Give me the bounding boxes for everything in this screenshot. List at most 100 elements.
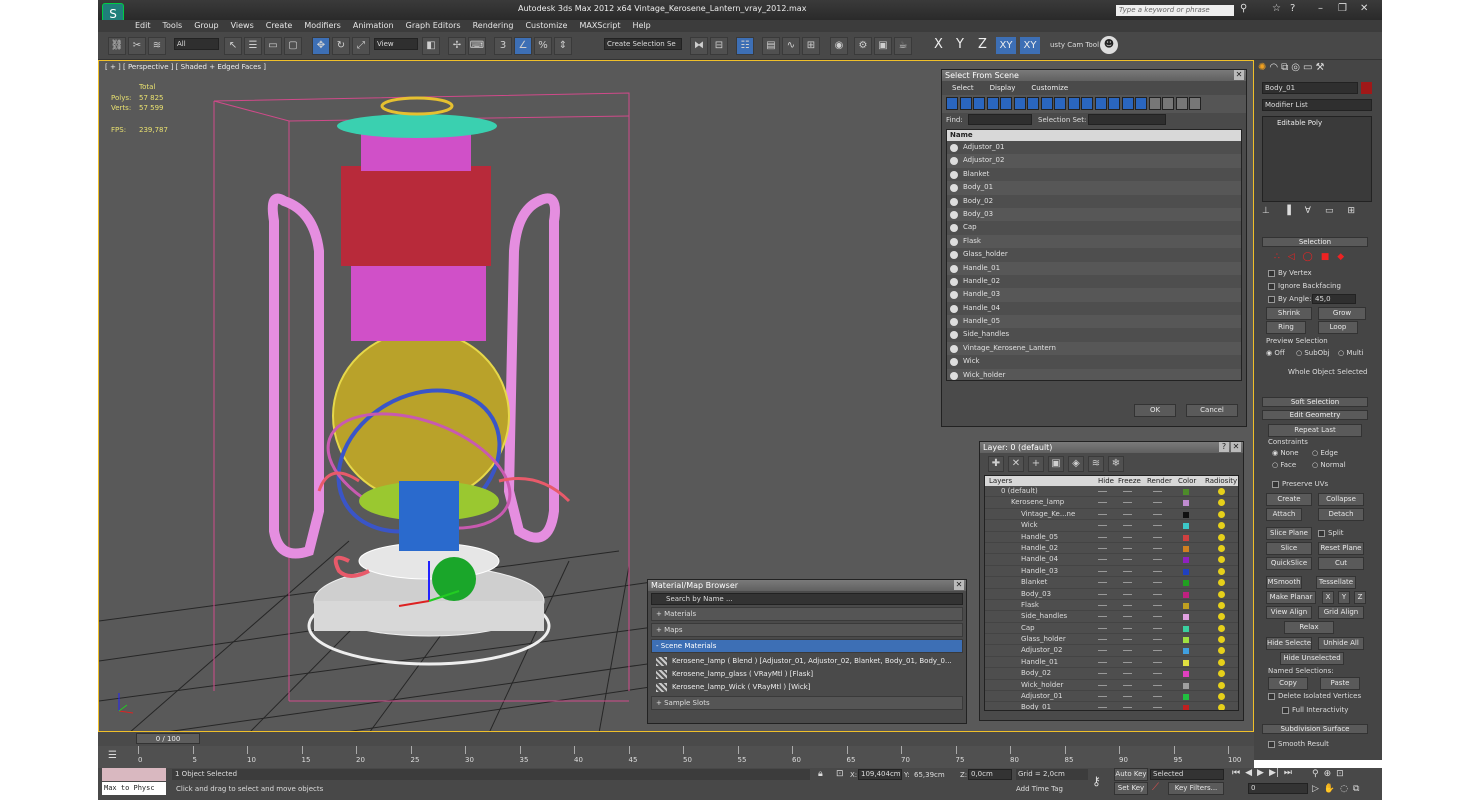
axis-x-button[interactable]: X	[934, 37, 943, 52]
display-cameras-icon[interactable]	[986, 97, 999, 110]
detach-button[interactable]: Detach	[1318, 508, 1364, 521]
layer-row[interactable]: Body_02	[985, 668, 1238, 680]
named-selection-set-dropdown[interactable]: Create Selection Se	[604, 38, 682, 50]
radiosity-bulb-icon[interactable]	[1218, 522, 1225, 530]
layer-freeze-toggle[interactable]	[1123, 696, 1132, 698]
layer-color-swatch[interactable]	[1183, 489, 1189, 495]
next-frame-icon[interactable]: ▶|	[1269, 768, 1279, 778]
radiosity-bulb-icon[interactable]	[1218, 510, 1225, 518]
curve-editor-toggle-icon[interactable]: ☰	[108, 750, 117, 761]
layer-column-hide[interactable]: Hide	[1098, 476, 1114, 486]
layer-render-toggle[interactable]	[1153, 525, 1162, 527]
scene-object-row[interactable]: Wick_holder	[947, 368, 1241, 380]
border-mode-icon[interactable]: ◯	[1303, 252, 1313, 262]
layer-hide-toggle[interactable]	[1098, 673, 1107, 675]
hierarchy-tab-icon[interactable]: ⧉	[1281, 62, 1288, 76]
goto-start-icon[interactable]: ⏮	[1232, 768, 1240, 778]
layer-render-toggle[interactable]	[1153, 696, 1162, 698]
axis-y-button[interactable]: Y	[956, 37, 964, 52]
layer-freeze-toggle[interactable]	[1123, 639, 1132, 641]
maxscript-listener-input[interactable]: Max to Physc	[102, 782, 166, 795]
radiosity-bulb-icon[interactable]	[1218, 556, 1225, 564]
cam-tool-icon[interactable]: ☻	[1100, 36, 1118, 54]
key-icon[interactable]: ⚷	[1092, 774, 1101, 788]
modify-tab-icon[interactable]: ◠	[1269, 62, 1278, 76]
repeat-last-button[interactable]: Repeat Last	[1268, 424, 1362, 437]
close-icon[interactable]: ✕	[1234, 70, 1244, 80]
find-input[interactable]	[968, 114, 1032, 125]
field-of-view-icon[interactable]: ▷	[1312, 784, 1319, 794]
grid-align-button[interactable]: Grid Align	[1318, 606, 1364, 619]
layer-row[interactable]: Handle_01	[985, 657, 1238, 669]
layer-render-toggle[interactable]	[1153, 604, 1162, 606]
material-search-input[interactable]: Search by Name ...	[651, 593, 963, 605]
layer-row[interactable]: Kerosene_lamp	[985, 497, 1238, 509]
scene-materials-section[interactable]: - Scene Materials	[651, 639, 963, 653]
key-filters-button[interactable]: Key Filters...	[1168, 782, 1224, 795]
key-mode-dropdown[interactable]: Selected	[1150, 769, 1224, 780]
set-key-button[interactable]: Set Key	[1114, 782, 1148, 795]
layer-color-swatch[interactable]	[1183, 637, 1189, 644]
selection-rollout-header[interactable]: Selection	[1262, 237, 1368, 247]
search-input[interactable]: Type a keyword or phrase	[1116, 5, 1234, 16]
radiosity-bulb-icon[interactable]	[1218, 590, 1225, 598]
remove-modifier-icon[interactable]: ▭	[1325, 206, 1334, 218]
scene-object-row[interactable]: Body_01	[947, 181, 1241, 195]
layer-color-swatch[interactable]	[1183, 545, 1189, 552]
close-button[interactable]: ✕	[1360, 3, 1368, 14]
select-object-icon[interactable]: ↖	[224, 37, 242, 55]
select-manipulate-icon[interactable]: ✢	[448, 37, 466, 55]
layer-render-toggle[interactable]	[1153, 661, 1162, 663]
current-frame-field[interactable]: 0	[1248, 783, 1308, 794]
layer-hide-toggle[interactable]	[1098, 502, 1107, 504]
layer-freeze-toggle[interactable]	[1123, 661, 1132, 663]
layer-color-swatch[interactable]	[1183, 705, 1189, 710]
percent-snap-icon[interactable]: %	[534, 37, 552, 55]
scene-object-row[interactable]: Body_02	[947, 194, 1241, 208]
radiosity-bulb-icon[interactable]	[1218, 567, 1225, 575]
radiosity-bulb-icon[interactable]	[1218, 636, 1225, 644]
selection-set-dropdown[interactable]	[1088, 114, 1166, 125]
modifier-stack-item[interactable]: Editable Poly	[1265, 119, 1369, 127]
display-none-icon[interactable]	[1121, 97, 1134, 110]
layer-hide-toggle[interactable]	[1098, 513, 1107, 515]
pan-icon[interactable]: ✋	[1324, 784, 1335, 794]
play-icon[interactable]: ▶	[1257, 768, 1264, 778]
maps-section[interactable]: + Maps	[651, 623, 963, 637]
help-icon[interactable]: ?	[1219, 442, 1229, 452]
menu-tools[interactable]: Tools	[163, 21, 183, 30]
dusty-cam-tool-label[interactable]: usty Cam Tool v	[1050, 41, 1105, 49]
create-tab-icon[interactable]: ✺	[1258, 62, 1266, 76]
modifier-list-dropdown[interactable]: Modifier List	[1262, 99, 1372, 111]
delete-isolated-checkbox[interactable]: Delete Isolated Vertices	[1268, 692, 1361, 700]
scene-object-row[interactable]: Wick	[947, 355, 1241, 369]
layer-row[interactable]: Body_03	[985, 589, 1238, 600]
layer-freeze-toggle[interactable]	[1123, 491, 1132, 492]
menu-edit[interactable]: Edit	[135, 21, 151, 30]
axis-xy-toggle-button[interactable]: XY	[1020, 37, 1040, 54]
curve-editor-icon[interactable]: ∿	[782, 37, 800, 55]
layer-render-toggle[interactable]	[1153, 684, 1162, 686]
display-xrefs-icon[interactable]	[1040, 97, 1053, 110]
layer-freeze-toggle[interactable]	[1123, 559, 1132, 561]
layer-row[interactable]: Blanket	[985, 577, 1238, 589]
display-all-icon[interactable]	[1108, 97, 1120, 110]
prev-frame-icon[interactable]: ◀	[1245, 768, 1252, 778]
scene-object-row[interactable]: Side_handles	[947, 328, 1241, 342]
rect-selection-icon[interactable]: ▭	[264, 37, 282, 55]
scene-object-row[interactable]: Adjustor_01	[947, 141, 1241, 155]
rendered-frame-icon[interactable]: ▣	[874, 37, 892, 55]
face-radio[interactable]: ○ Face	[1272, 461, 1296, 469]
time-slider[interactable]: 0 / 100	[98, 732, 1254, 746]
layer-hide-toggle[interactable]	[1098, 639, 1107, 641]
layer-column-radiosity[interactable]: Radiosity	[1205, 476, 1237, 486]
layer-row[interactable]: Handle_02	[985, 543, 1238, 555]
polygon-mode-icon[interactable]: ■	[1321, 252, 1330, 262]
layer-render-toggle[interactable]	[1153, 559, 1162, 561]
selection-filter-dropdown[interactable]: All	[174, 38, 219, 50]
maximize-viewport-icon[interactable]: ⧉	[1353, 784, 1359, 794]
make-unique-icon[interactable]: ∀	[1305, 206, 1311, 218]
layer-color-swatch[interactable]	[1183, 580, 1189, 587]
layer-column-layers[interactable]: Layers	[989, 476, 1012, 486]
material-browser-title[interactable]: Material/Map Browser ✕	[648, 580, 966, 591]
